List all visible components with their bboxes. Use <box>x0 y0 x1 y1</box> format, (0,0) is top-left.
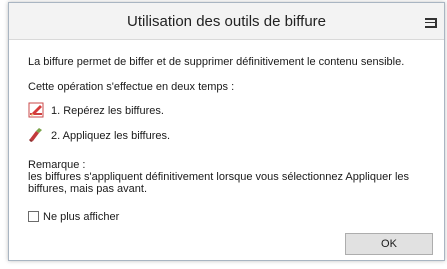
dont-show-again-checkbox[interactable] <box>28 211 39 222</box>
window-menu-icon[interactable] <box>425 18 437 28</box>
step-2-label: 2. Appliquez les biffures. <box>51 130 171 142</box>
red-pencil-icon <box>28 102 44 118</box>
note-line-2: biffures, mais pas avant. <box>28 183 148 195</box>
ok-button[interactable]: OK <box>345 233 433 255</box>
intro-text: La biffure permet de biffer et de suppri… <box>28 56 405 68</box>
step-1-label: 1. Repérez les biffures. <box>51 105 164 117</box>
dialog-content: La biffure permet de biffer et de suppri… <box>9 40 444 260</box>
dialog-title: Utilisation des outils de biffure <box>127 13 326 30</box>
eraser-icon <box>29 128 42 142</box>
dialog-titlebar: Utilisation des outils de biffure <box>9 3 444 40</box>
dont-show-again-label[interactable]: Ne plus afficher <box>43 211 119 224</box>
redaction-dialog: Utilisation des outils de biffure La bif… <box>8 2 445 261</box>
steps-header: Cette opération s'effectue en deux temps… <box>28 81 235 93</box>
